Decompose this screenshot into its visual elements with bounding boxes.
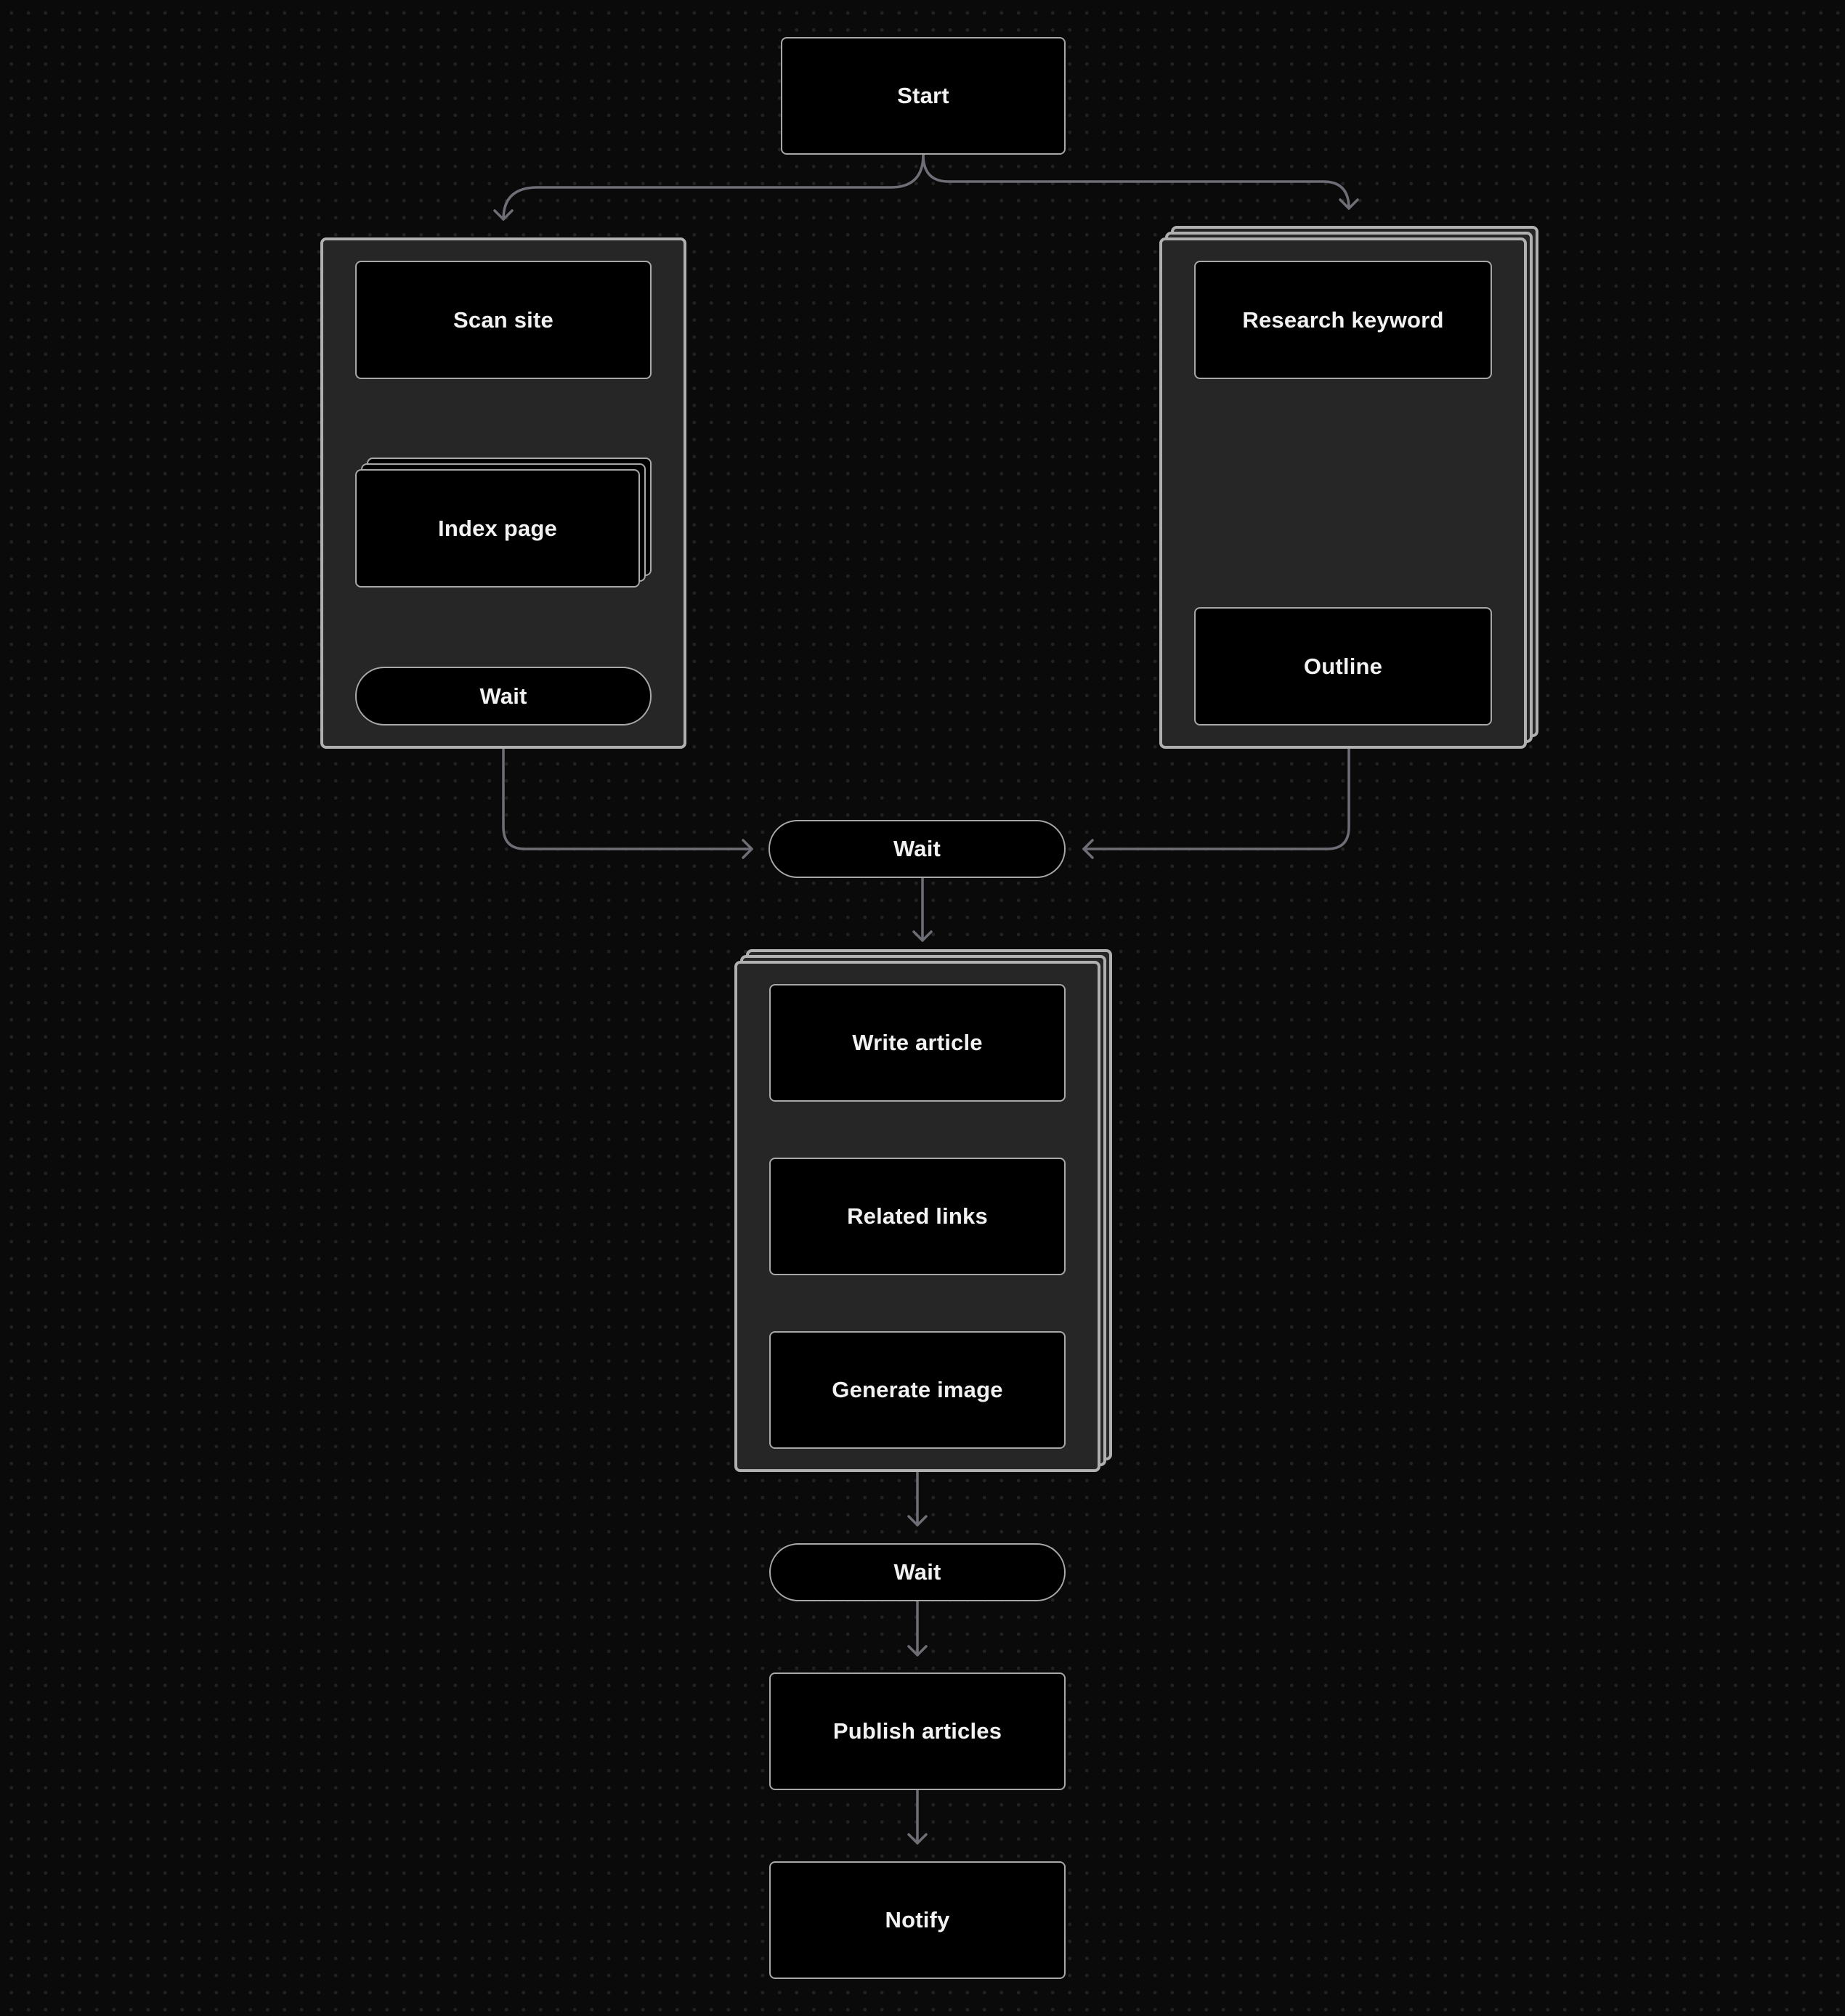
node-outline-label: Outline [1303,653,1383,679]
node-publish-articles-label: Publish articles [832,1718,1002,1744]
node-scan-site-label: Scan site [453,306,554,333]
node-research-keyword-label: Research keyword [1242,306,1444,333]
node-related-links-label: Related links [847,1203,988,1229]
node-start[interactable]: Start [781,37,1066,155]
node-wait-left[interactable]: Wait [355,667,652,725]
edge-start-to-keyword-group [922,153,1350,210]
node-publish-articles[interactable]: Publish articles [769,1672,1066,1790]
node-research-keyword[interactable]: Research keyword [1194,261,1492,379]
node-index-page[interactable]: Index page [355,469,640,588]
arrow-head-merge-right [1082,839,1094,859]
node-related-links[interactable]: Related links [769,1158,1066,1275]
node-index-page-label: Index page [438,515,557,541]
node-notify[interactable]: Notify [769,1861,1066,1979]
arrow-head-article-group [912,930,933,942]
node-notify-label: Notify [885,1907,950,1932]
node-wait-merge[interactable]: Wait [769,820,1066,878]
node-start-label: Start [897,83,949,108]
node-wait-final-label: Wait [893,1559,941,1585]
node-write-article[interactable]: Write article [769,984,1066,1102]
node-wait-final[interactable]: Wait [769,1543,1066,1601]
node-generate-image[interactable]: Generate image [769,1331,1066,1449]
edge-start-to-site-group [502,153,925,221]
workflow-canvas[interactable]: Start Scan site Index page Wait Research… [0,0,1845,2016]
node-generate-image-label: Generate image [832,1377,1003,1402]
arrow-head-keyword-group [1339,198,1359,210]
arrow-head-notify [907,1833,928,1845]
edge-site-group-to-wait [502,748,753,850]
arrow-head-wait-final [907,1515,928,1527]
node-wait-left-label: Wait [479,683,527,709]
node-outline[interactable]: Outline [1194,607,1492,725]
arrow-head-merge-left [742,839,753,859]
node-scan-site[interactable]: Scan site [355,261,652,379]
edge-keyword-group-to-wait [1082,748,1350,850]
node-write-article-label: Write article [852,1030,983,1055]
arrow-head-publish [907,1645,928,1657]
arrow-head-site-group [493,209,514,221]
node-wait-merge-label: Wait [893,836,941,861]
